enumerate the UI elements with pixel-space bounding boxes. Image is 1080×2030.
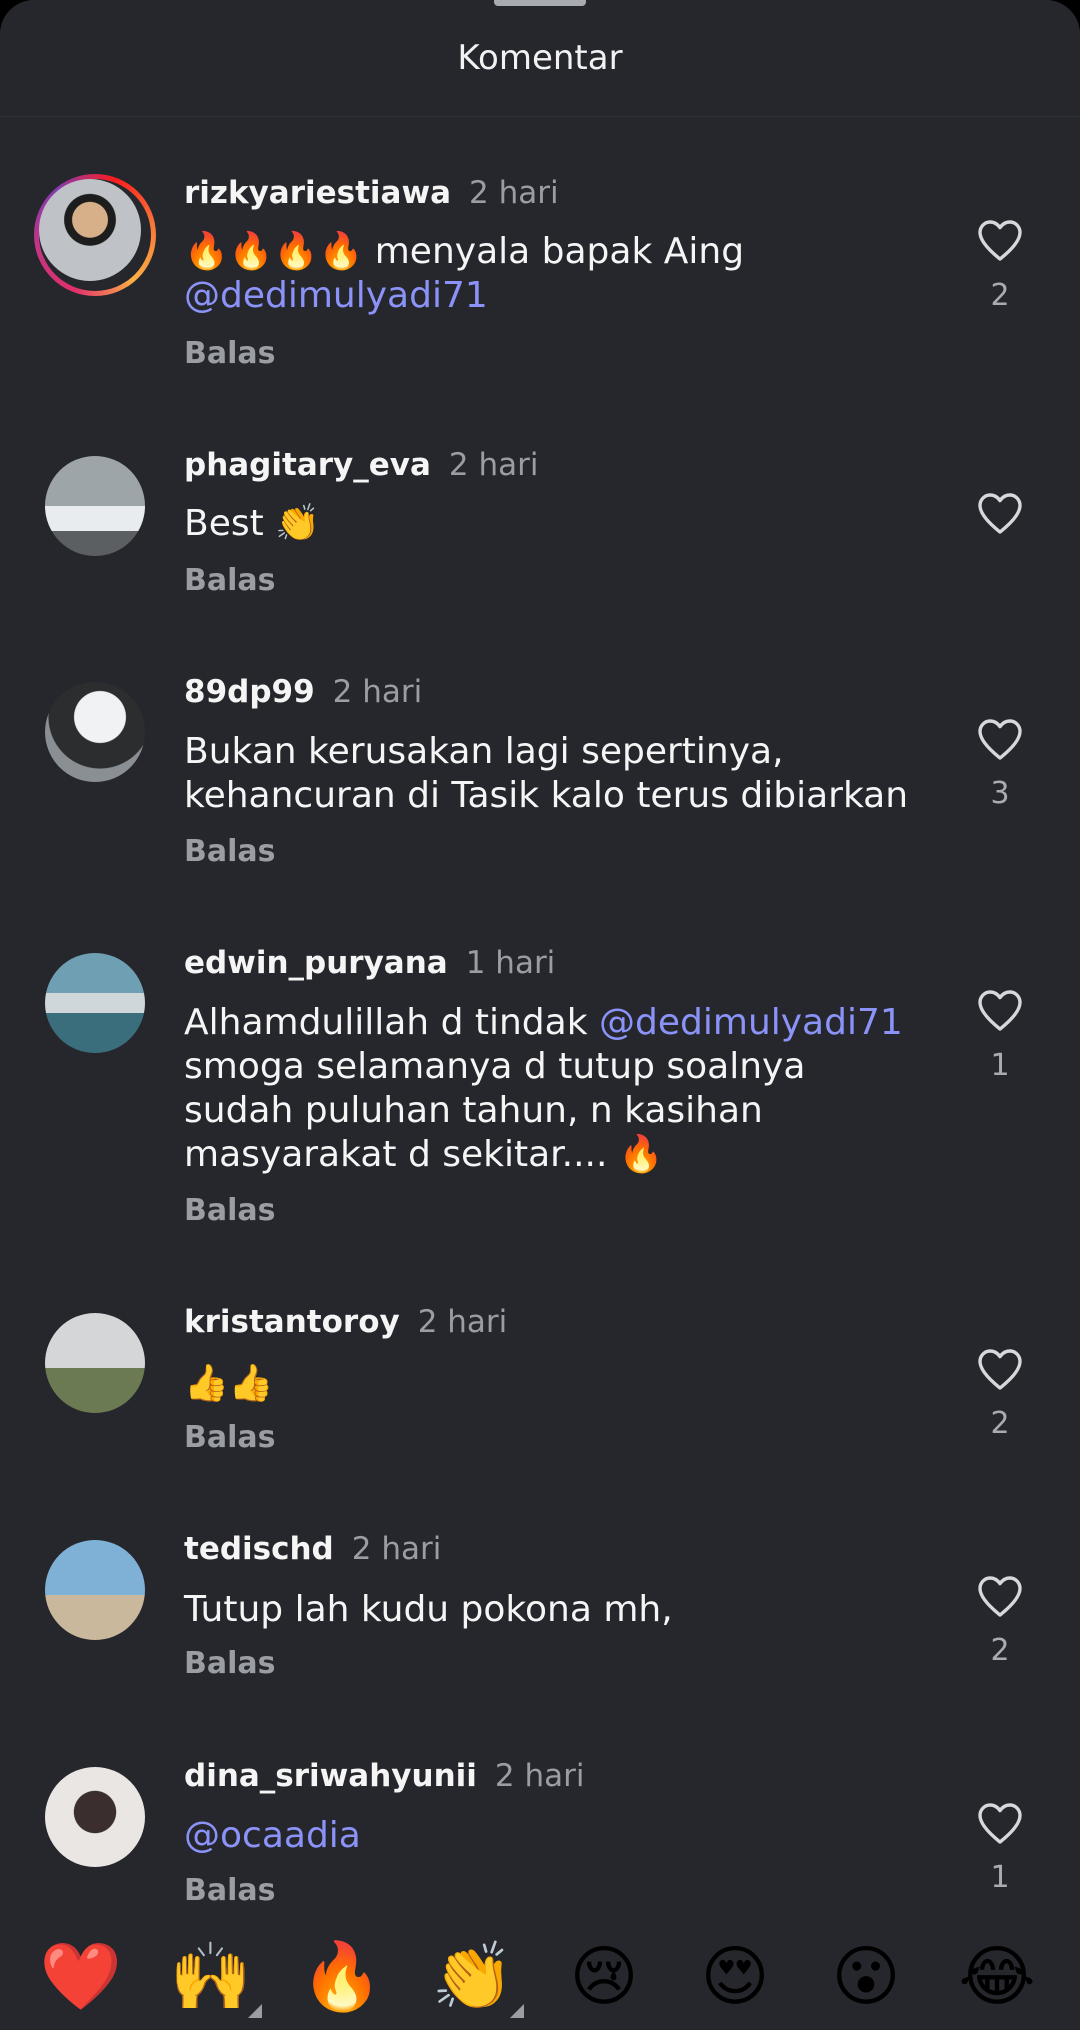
- reply-button[interactable]: Balas: [184, 1873, 276, 1908]
- emoji-laughing[interactable]: 😂: [952, 1932, 1042, 2022]
- emoji-crying[interactable]: 😢: [559, 1932, 649, 2022]
- comment-username[interactable]: tedischd: [184, 1531, 334, 1567]
- reply-button[interactable]: Balas: [184, 336, 276, 371]
- comment-text: Tutup lah kudu pokona mh,: [184, 1588, 924, 1632]
- avatar[interactable]: [45, 953, 145, 1053]
- comment-text: @ocaadia: [184, 1814, 924, 1858]
- like-count: 2: [990, 278, 1010, 313]
- avatar[interactable]: [45, 456, 145, 556]
- like-button[interactable]: [970, 980, 1030, 1040]
- avatar[interactable]: [45, 682, 145, 782]
- heart-outline-icon: [978, 1803, 1022, 1844]
- heart-outline-icon: [978, 719, 1022, 760]
- emoji-surprised[interactable]: 😮: [821, 1932, 911, 2022]
- comment-text: 🔥🔥🔥🔥 menyala bapak Aing @dedimulyadi71: [184, 230, 924, 318]
- heart-outline-icon: [978, 220, 1022, 261]
- heart-outline-icon: [978, 493, 1022, 534]
- emoji-heart[interactable]: ❤️: [36, 1932, 126, 2022]
- like-button[interactable]: [970, 1566, 1030, 1626]
- comment-time: 2 hari: [332, 674, 423, 710]
- emoji-clapping-glyph: 👏: [431, 1938, 515, 2015]
- comment-time: 2 hari: [469, 175, 559, 211]
- comment-mention[interactable]: @ocaadia: [184, 1815, 361, 1856]
- comment-mention[interactable]: @dedimulyadi71: [184, 275, 488, 316]
- avatar[interactable]: [45, 1767, 145, 1867]
- comment-time: 1 hari: [465, 945, 556, 981]
- comment-meta: edwin_puryana 1 hari: [184, 945, 555, 985]
- comment-text-part: Tutup lah kudu pokona mh,: [184, 1589, 673, 1630]
- like-count: 1: [990, 1048, 1010, 1083]
- avatar[interactable]: [45, 1540, 145, 1640]
- like-button[interactable]: [970, 1339, 1030, 1399]
- emoji-fire[interactable]: 🔥: [297, 1932, 387, 2022]
- comment-text: Best 👏: [184, 502, 924, 546]
- comment-time: 2 hari: [448, 447, 539, 483]
- comment-username[interactable]: kristantoroy: [184, 1304, 400, 1340]
- emoji-clapping[interactable]: 👏: [428, 1932, 524, 2022]
- comment-username[interactable]: rizkyariestiawa: [184, 175, 451, 211]
- comment-text-part: Best 👏: [184, 503, 320, 544]
- like-count: 1: [990, 1860, 1010, 1895]
- sheet-title: Komentar: [0, 0, 1080, 117]
- comment-time: 2 hari: [494, 1758, 585, 1794]
- heart-outline-icon: [978, 1576, 1022, 1617]
- comment-text-part: 🔥🔥🔥🔥 menyala bapak Aing: [184, 231, 745, 272]
- comment-meta: dina_sriwahyunii 2 hari: [184, 1758, 585, 1798]
- comment-time: 2 hari: [417, 1304, 508, 1340]
- comment-username[interactable]: phagitary_eva: [184, 447, 431, 483]
- comment-text-part: Bukan kerusakan lagi sepertinya, kehancu…: [184, 731, 909, 816]
- comment-username[interactable]: dina_sriwahyunii: [184, 1758, 477, 1794]
- comment-text-part: smoga selamanya d tutup soalnya sudah pu…: [184, 1046, 806, 1175]
- comment-text: 👍👍: [184, 1362, 924, 1406]
- like-count: 2: [990, 1406, 1010, 1441]
- like-button[interactable]: [970, 210, 1030, 270]
- like-button[interactable]: [970, 1793, 1030, 1853]
- like-count: 2: [990, 1633, 1010, 1668]
- emoji-heart-eyes[interactable]: 😍: [690, 1932, 780, 2022]
- emoji-raising-hands-glyph: 🙌: [169, 1938, 253, 2015]
- comment-meta: tedischd 2 hari: [184, 1531, 441, 1571]
- emoji-reaction-bar: ❤️ 🙌 🔥 👏 😢 😍 😮 😂: [0, 1920, 1080, 2030]
- reply-button[interactable]: Balas: [184, 834, 276, 869]
- heart-outline-icon: [978, 990, 1022, 1031]
- reply-button[interactable]: Balas: [184, 1193, 276, 1228]
- comment-meta: 89dp99 2 hari: [184, 674, 422, 714]
- skin-tone-indicator: [248, 2004, 262, 2018]
- comment-meta: phagitary_eva 2 hari: [184, 447, 538, 487]
- comment-text-part: Alhamdulillah d tindak: [184, 1002, 600, 1043]
- skin-tone-indicator: [510, 2004, 524, 2018]
- comment-meta: kristantoroy 2 hari: [184, 1304, 507, 1344]
- reply-button[interactable]: Balas: [184, 1420, 276, 1455]
- comment-username[interactable]: 89dp99: [184, 674, 315, 710]
- comment-time: 2 hari: [351, 1531, 442, 1567]
- avatar[interactable]: [45, 1313, 145, 1413]
- reply-button[interactable]: Balas: [184, 563, 276, 598]
- emoji-raising-hands[interactable]: 🙌: [166, 1932, 262, 2022]
- like-count: 3: [990, 776, 1010, 811]
- like-button[interactable]: [970, 709, 1030, 769]
- comment-username[interactable]: edwin_puryana: [184, 945, 448, 981]
- heart-outline-icon: [978, 1349, 1022, 1390]
- like-button[interactable]: [970, 483, 1030, 543]
- comment-meta: rizkyariestiawa 2 hari: [184, 175, 559, 215]
- comment-text-part: 👍👍: [184, 1363, 274, 1404]
- comment-text: Alhamdulillah d tindak @dedimulyadi71 sm…: [184, 1001, 924, 1177]
- reply-button[interactable]: Balas: [184, 1646, 276, 1681]
- avatar-story-ring[interactable]: [34, 174, 156, 296]
- comment-text: Bukan kerusakan lagi sepertinya, kehancu…: [184, 730, 924, 818]
- comments-sheet: Komentar rizkyariestiawa 2 hari 🔥🔥🔥🔥 men…: [0, 0, 1080, 2030]
- comment-mention[interactable]: @dedimulyadi71: [599, 1002, 903, 1043]
